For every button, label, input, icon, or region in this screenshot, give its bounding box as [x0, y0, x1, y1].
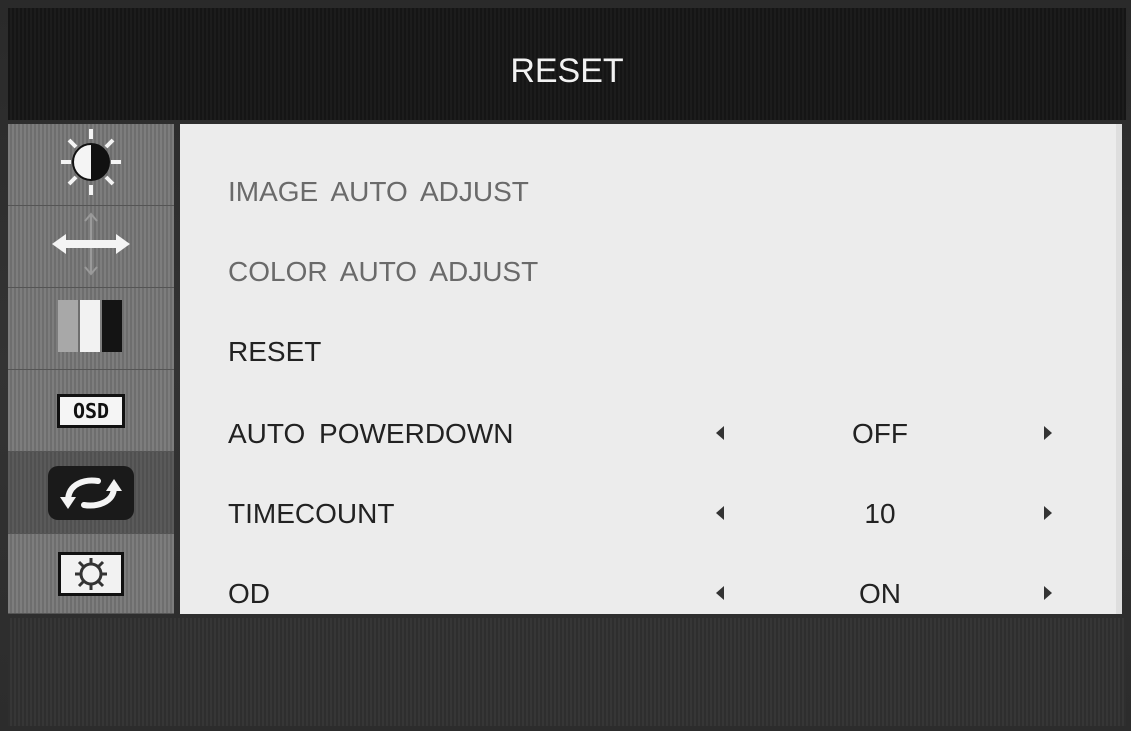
menu-item-od[interactable]: OD ON — [180, 564, 1116, 624]
menu-item-timecount[interactable]: TIMECOUNT 10 — [180, 484, 1116, 544]
decrease-arrow-icon[interactable] — [716, 426, 724, 440]
osd-footer — [8, 618, 1126, 726]
increase-arrow-icon[interactable] — [1044, 506, 1052, 520]
menu-item-label: RESET — [228, 336, 322, 367]
menu-item-image-auto-adjust[interactable]: IMAGE AUTO ADJUST — [180, 162, 1116, 222]
brightness-contrast-icon — [51, 127, 131, 202]
decrease-arrow-icon[interactable] — [716, 586, 724, 600]
menu-item-label: AUTO POWERDOWN — [228, 418, 514, 449]
osd-menu-panel: IMAGE AUTO ADJUST COLOR AUTO ADJUST RESE… — [180, 124, 1122, 614]
color-bars-icon — [46, 296, 136, 361]
menu-item-value: ON — [859, 578, 901, 609]
position-arrows-icon — [46, 209, 136, 284]
menu-item-value: 10 — [864, 498, 896, 529]
sidebar-item-reset[interactable] — [8, 452, 174, 534]
menu-item-label: TIMECOUNT — [228, 498, 395, 529]
menu-item-value: OFF — [852, 418, 908, 449]
decrease-arrow-icon[interactable] — [716, 506, 724, 520]
sidebar-item-setup[interactable] — [8, 534, 174, 614]
menu-item-label: COLOR AUTO ADJUST — [228, 256, 539, 287]
menu-item-label: OD — [228, 578, 270, 609]
reset-cycle-icon — [48, 465, 134, 520]
sidebar-item-color[interactable] — [8, 288, 174, 370]
osd-header: RESET — [8, 8, 1126, 120]
monitor-osd-screen: RESET OSD IMAGE AUTO ADJUST COLOR AUTO A… — [0, 0, 1131, 731]
menu-item-label: IMAGE AUTO ADJUST — [228, 176, 529, 207]
menu-item-color-auto-adjust[interactable]: COLOR AUTO ADJUST — [180, 242, 1116, 302]
sidebar-item-position[interactable] — [8, 206, 174, 288]
page-title: RESET — [510, 52, 624, 90]
menu-item-auto-powerdown[interactable]: AUTO POWERDOWN OFF — [180, 404, 1116, 464]
sidebar-item-brightness[interactable] — [8, 124, 174, 206]
sidebar-item-osd[interactable]: OSD — [8, 370, 174, 452]
increase-arrow-icon[interactable] — [1044, 586, 1052, 600]
menu-item-reset[interactable]: RESET — [180, 322, 1116, 382]
osd-icon: OSD — [57, 393, 125, 428]
gear-icon — [58, 551, 124, 596]
osd-sidebar: OSD — [8, 124, 174, 614]
increase-arrow-icon[interactable] — [1044, 426, 1052, 440]
